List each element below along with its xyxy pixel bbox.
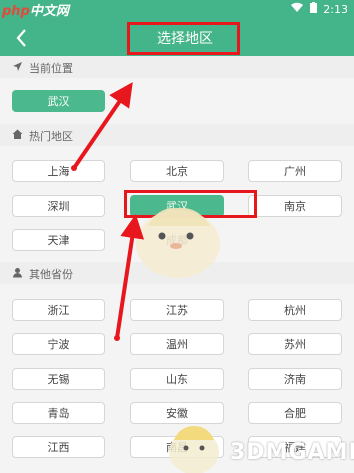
annotation-arrow-1: [72, 82, 133, 170]
annotation-arrow-2: [115, 214, 145, 339]
annotation-arrow-1-start: [71, 165, 77, 171]
annotation-overlay: [71, 82, 145, 341]
3dmgame-watermark: 3DMGAME: [230, 440, 354, 465]
annotation-arrow-2-start: [114, 335, 120, 341]
